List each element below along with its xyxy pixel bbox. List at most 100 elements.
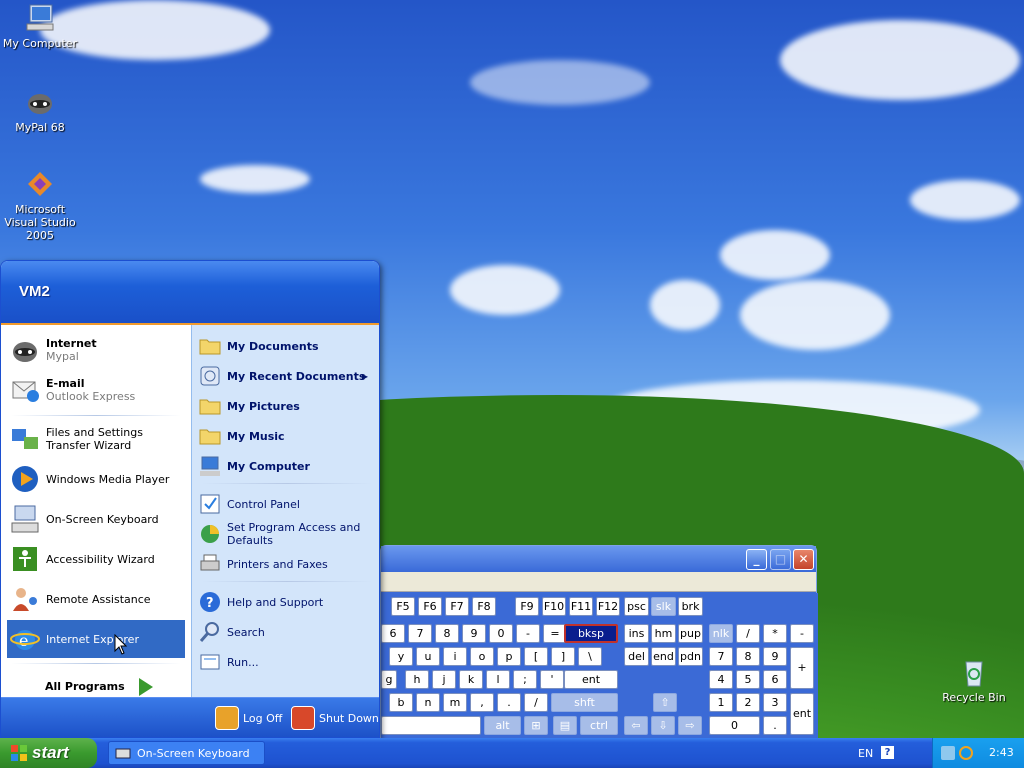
key-F6[interactable]: F6 [418,597,442,616]
key-alt[interactable]: alt [484,716,521,735]
key-pdn[interactable]: pdn [678,647,703,666]
key-pup[interactable]: pup [678,624,703,643]
key-m[interactable]: m [443,693,467,712]
key-0[interactable]: 0 [489,624,513,643]
key-y[interactable]: y [389,647,413,666]
key-o[interactable]: o [470,647,494,666]
key-slk[interactable]: slk [651,597,676,616]
place-printers[interactable]: Printers and Faxes [198,551,376,577]
shut-down-button[interactable]: Shut Down [291,706,379,730]
place-set-program-access[interactable]: Set Program Access and Defaults [198,521,376,547]
place-my-recent[interactable]: My Recent Documents ▶ [198,363,376,389]
key-i[interactable]: i [443,647,467,666]
key-5[interactable]: 5 [736,670,760,689]
key-u[interactable]: u [416,647,440,666]
key-][interactable]: ] [551,647,575,666]
key-.[interactable]: . [497,693,521,712]
key-+[interactable]: + [790,647,814,689]
place-control-panel[interactable]: Control Panel [198,491,376,517]
key-b[interactable]: b [389,693,413,712]
key-*[interactable]: * [763,624,787,643]
key-/[interactable]: / [524,693,548,712]
recent-internet-explorer[interactable]: e Internet Explorer [7,620,185,658]
key-7[interactable]: 7 [408,624,432,643]
key-p[interactable]: p [497,647,521,666]
key-hm[interactable]: hm [651,624,676,643]
key-F8[interactable]: F8 [472,597,496,616]
language-indicator[interactable]: EN [858,747,873,760]
recent-media-player[interactable]: Windows Media Player [7,460,185,498]
key-;[interactable]: ; [513,670,537,689]
key-⇧[interactable]: ⇧ [653,693,677,712]
desktop-icon-my-computer[interactable]: My Computer [0,2,80,50]
key-[interactable] [381,716,481,735]
place-search[interactable]: Search [198,619,376,645]
start-button[interactable]: start [0,738,97,768]
key-F9[interactable]: F9 [515,597,539,616]
close-button[interactable]: ✕ [793,549,814,570]
recent-remote-assistance[interactable]: Remote Assistance [7,580,185,618]
key-k[interactable]: k [459,670,483,689]
key-0[interactable]: 0 [709,716,760,735]
key-3[interactable]: 3 [763,693,787,712]
pinned-email[interactable]: E-mail Outlook Express [7,371,185,409]
desktop-icon-recycle-bin[interactable]: Recycle Bin [934,656,1014,704]
key-2[interactable]: 2 [736,693,760,712]
key-F10[interactable]: F10 [542,597,566,616]
key-ent[interactable]: ent [790,693,814,735]
key-8[interactable]: 8 [435,624,459,643]
key-j[interactable]: j [432,670,456,689]
key-.[interactable]: . [763,716,787,735]
key-g[interactable]: g [381,670,397,689]
key-bksp[interactable]: bksp [564,624,618,643]
desktop-icon-visual-studio[interactable]: Microsoft Visual Studio 2005 [0,168,80,242]
key-n[interactable]: n [416,693,440,712]
key-l[interactable]: l [486,670,510,689]
key-7[interactable]: 7 [709,647,733,666]
key-psc[interactable]: psc [624,597,649,616]
desktop-icon-mypal[interactable]: MyPal 68 [0,86,80,134]
taskbar-item-osk[interactable]: On-Screen Keyboard [108,741,265,765]
recent-transfer-wizard[interactable]: Files and Settings Transfer Wizard [7,420,185,458]
search-tray-icon[interactable] [959,746,973,760]
place-my-computer[interactable]: My Computer [198,453,376,479]
key-⇦[interactable]: ⇦ [624,716,648,735]
key-'[interactable]: ' [540,670,564,689]
place-my-pictures[interactable]: My Pictures [198,393,376,419]
key-\[interactable]: \ [578,647,602,666]
key-9[interactable]: 9 [462,624,486,643]
network-icon[interactable] [941,746,955,760]
key-F5[interactable]: F5 [391,597,415,616]
key-F7[interactable]: F7 [445,597,469,616]
key-6[interactable]: 6 [381,624,405,643]
all-programs-button[interactable]: All Programs [45,678,153,696]
key-8[interactable]: 8 [736,647,760,666]
minimize-button[interactable]: _ [746,549,767,570]
place-my-music[interactable]: My Music [198,423,376,449]
key-shft[interactable]: shft [551,693,618,712]
key-▤[interactable]: ▤ [553,716,577,735]
key-/[interactable]: / [736,624,760,643]
pinned-internet[interactable]: Internet Mypal [7,331,185,369]
maximize-button[interactable]: □ [770,549,791,570]
key-⊞[interactable]: ⊞ [524,716,548,735]
log-off-button[interactable]: Log Off [215,706,282,730]
key--[interactable]: - [516,624,540,643]
key-4[interactable]: 4 [709,670,733,689]
key-F12[interactable]: F12 [596,597,620,616]
key-nlk[interactable]: nlk [709,624,733,643]
key-[[interactable]: [ [524,647,548,666]
key-1[interactable]: 1 [709,693,733,712]
key-9[interactable]: 9 [763,647,787,666]
help-icon[interactable]: ? [881,746,894,759]
key-F11[interactable]: F11 [569,597,593,616]
place-my-documents[interactable]: My Documents [198,333,376,359]
key-⇨[interactable]: ⇨ [678,716,702,735]
key-end[interactable]: end [651,647,676,666]
recent-accessibility[interactable]: Accessibility Wizard [7,540,185,578]
key-⇩[interactable]: ⇩ [651,716,675,735]
key-ins[interactable]: ins [624,624,649,643]
key-brk[interactable]: brk [678,597,703,616]
key-h[interactable]: h [405,670,429,689]
key--[interactable]: - [790,624,814,643]
